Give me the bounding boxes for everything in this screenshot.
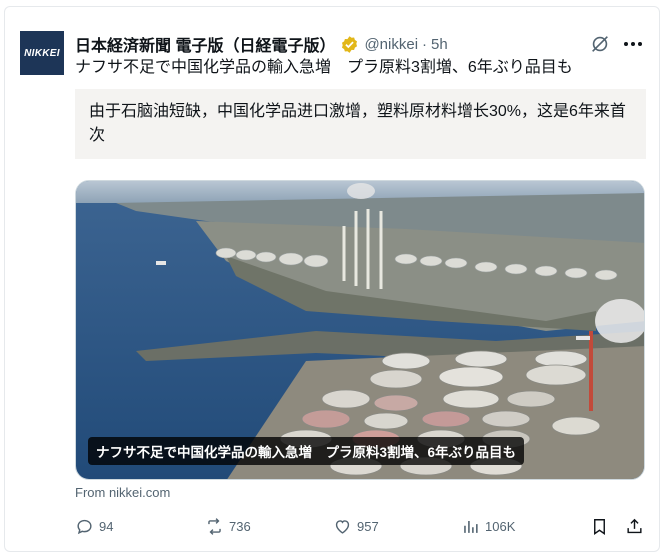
like-button[interactable]: 957	[333, 515, 379, 537]
separator-dot: ·	[422, 35, 428, 53]
reply-icon	[77, 519, 92, 534]
avatar[interactable]: NIKKEI	[20, 31, 64, 75]
avatar-logo-text: NIKKEI	[24, 47, 60, 59]
post-media-image[interactable]: ナフサ不足で中国化学品の輸入急増 プラ原料3割増、6年ぶり品目も	[75, 180, 645, 480]
industrial-port-photo	[76, 181, 644, 479]
post-text: ナフサ不足で中国化学品の輸入急増 プラ原料3割増、6年ぶり品目も	[75, 59, 573, 76]
like-count: 957	[357, 518, 379, 534]
bookmark-icon	[594, 518, 605, 535]
reply-count: 94	[99, 518, 114, 534]
post-time[interactable]: 5h	[431, 36, 448, 53]
heart-icon	[335, 519, 350, 534]
repost-button[interactable]: 736	[205, 515, 251, 537]
bookmark-button[interactable]	[590, 515, 609, 537]
post-header: 日本経済新聞 電子版（日経電子版） @nikkei · 5h	[75, 32, 448, 56]
repost-icon	[208, 517, 221, 535]
views-button[interactable]: 106K	[461, 515, 515, 537]
more-options-icon[interactable]	[621, 33, 645, 55]
translation-box: 由于石脑油短缺，中国化学品进口激增，塑料原材料增长30%，这是6年来首次	[75, 89, 646, 159]
verified-badge-icon[interactable]	[340, 35, 359, 54]
author-handle[interactable]: @nikkei	[364, 36, 418, 53]
share-icon	[627, 518, 642, 533]
share-button[interactable]	[625, 515, 644, 537]
media-caption: ナフサ不足で中国化学品の輸入急増 プラ原料3割増、6年ぶり品目も	[88, 437, 525, 465]
post-card[interactable]: NIKKEI 日本経済新聞 電子版（日経電子版） @nikkei · 5h ナフ…	[4, 6, 660, 552]
action-bar: 94 736 957 106K	[75, 515, 650, 537]
grok-icon[interactable]	[589, 33, 611, 55]
analytics-icon	[464, 520, 478, 533]
reply-button[interactable]: 94	[75, 515, 113, 537]
view-count: 106K	[485, 518, 516, 534]
author-name[interactable]: 日本経済新聞 電子版（日経電子版）	[75, 32, 335, 56]
link-source[interactable]: From nikkei.com	[75, 485, 170, 500]
repost-count: 736	[229, 518, 251, 534]
